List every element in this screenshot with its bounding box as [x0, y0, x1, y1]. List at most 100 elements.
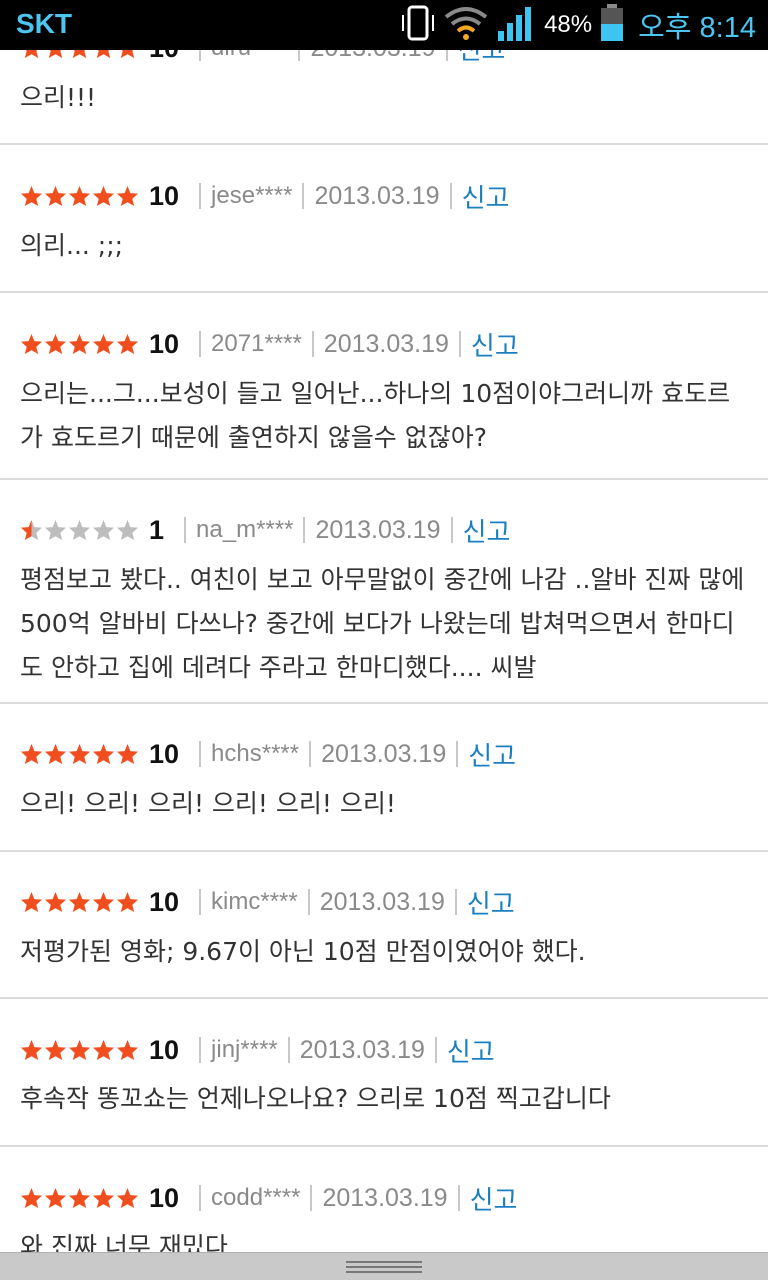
battery-icon: [600, 4, 624, 46]
star-icon: [116, 1039, 139, 1061]
review-date: 2013.03.19: [314, 181, 440, 210]
review-date: 2013.03.19: [299, 1035, 425, 1064]
star-icon: [68, 891, 91, 913]
report-link[interactable]: 신고: [471, 326, 519, 363]
star-icon: [44, 1039, 67, 1061]
review-text: 으리! 으리! 으리! 으리! 으리! 으리!: [20, 789, 396, 818]
wifi-icon: [444, 5, 488, 45]
star-icon: [20, 185, 43, 207]
star-icon: [20, 891, 43, 913]
star-icon: [20, 1187, 43, 1209]
star-icon: [92, 1187, 115, 1209]
review-score: 10: [149, 328, 180, 359]
report-link[interactable]: 신고: [470, 1180, 518, 1217]
star-icon: [20, 1039, 43, 1061]
star-icon: [92, 185, 115, 207]
battery-percent: 48%: [544, 11, 593, 38]
review-text: 평점보고 봤다.. 여친이 보고 아무말없이 중간에 나감 ..알바 진짜 많에…: [20, 565, 745, 682]
review-item: 1 na_m**** 2013.03.19 신고 평점보고 봤다.. 여친이 보…: [0, 480, 768, 704]
star-icon: [20, 743, 43, 765]
review-score: 10: [149, 1034, 180, 1065]
review-meta: 10 jese**** 2013.03.19 신고: [20, 176, 509, 216]
review-user: jinj****: [211, 1036, 278, 1063]
review-item: 10 2071**** 2013.03.19 신고 으리는...그...보성이 …: [0, 293, 768, 480]
rating-stars: [20, 1187, 139, 1209]
review-text: 저평가된 영화; 9.67이 아닌 10점 만점이였어야 했다.: [20, 937, 586, 966]
review-user: kimc****: [211, 888, 298, 915]
review-user: 2071****: [211, 330, 302, 357]
vibrate-icon: [400, 5, 436, 45]
star-icon: [68, 743, 91, 765]
star-icon: [44, 185, 67, 207]
star-icon: [44, 519, 67, 541]
review-date: 2013.03.19: [319, 887, 445, 916]
report-link[interactable]: 신고: [462, 178, 510, 215]
divider: [450, 517, 453, 543]
rating-stars: [20, 333, 139, 355]
star-icon: [116, 185, 139, 207]
divider: [457, 1185, 460, 1211]
divider: [184, 517, 187, 543]
report-link[interactable]: 신고: [467, 884, 515, 921]
divider: [199, 183, 202, 209]
status-icons: 48% 오후 8:14: [400, 0, 756, 50]
review-list[interactable]: 10 diru**** 2013.03.19 신고 으리!!! 10 jese*…: [0, 0, 768, 1252]
review-user: codd****: [211, 1184, 301, 1211]
rating-stars: [20, 743, 139, 765]
divider: [287, 1037, 290, 1063]
star-icon: [44, 891, 67, 913]
report-link[interactable]: 신고: [468, 736, 516, 773]
review-text: 으리는...그...보성이 들고 일어난...하나의 10점이야그러니까 효도르…: [20, 379, 731, 452]
divider: [199, 1037, 202, 1063]
review-item: 10 codd**** 2013.03.19 신고 와 진짜 너무 재밌다: [0, 1147, 768, 1253]
review-meta: 10 hchs**** 2013.03.19 신고: [20, 734, 516, 774]
star-icon: [92, 333, 115, 355]
star-icon: [92, 519, 115, 541]
divider: [456, 741, 459, 767]
divider: [309, 741, 312, 767]
bottom-bar: [0, 1252, 768, 1280]
drag-handle[interactable]: [346, 1261, 422, 1273]
review-date: 2013.03.19: [321, 739, 447, 768]
review-score: 10: [149, 180, 180, 211]
star-icon: [44, 743, 67, 765]
review-user: jese****: [211, 182, 293, 209]
star-icon: [92, 1039, 115, 1061]
report-link[interactable]: 신고: [447, 1032, 495, 1069]
rating-stars: [20, 519, 139, 541]
star-icon: [20, 519, 43, 541]
review-item: 10 jese**** 2013.03.19 신고 의리... ;;;: [0, 145, 768, 293]
divider: [449, 183, 452, 209]
review-meta: 10 kimc**** 2013.03.19 신고: [20, 882, 515, 922]
rating-stars: [20, 1039, 139, 1061]
review-text: 으리!!!: [20, 83, 97, 112]
star-icon: [116, 519, 139, 541]
review-text: 와 진짜 너무 재밌다: [20, 1232, 228, 1252]
review-meta: 10 codd**** 2013.03.19 신고: [20, 1178, 517, 1218]
review-text: 의리... ;;;: [20, 231, 124, 260]
status-bar: SKT 48% 오후 8:14: [0, 0, 768, 50]
star-icon: [68, 333, 91, 355]
star-icon: [116, 333, 139, 355]
divider: [199, 741, 202, 767]
review-score: 10: [149, 886, 180, 917]
carrier-label: SKT: [16, 8, 72, 39]
review-meta: 10 jinj**** 2013.03.19 신고: [20, 1030, 495, 1070]
report-link[interactable]: 신고: [463, 512, 511, 549]
star-icon: [68, 185, 91, 207]
star-icon: [20, 333, 43, 355]
rating-stars: [20, 891, 139, 913]
star-icon: [68, 1039, 91, 1061]
divider: [307, 889, 310, 915]
review-date: 2013.03.19: [315, 515, 441, 544]
divider: [302, 183, 305, 209]
review-score: 10: [149, 1182, 180, 1213]
review-meta: 10 2071**** 2013.03.19 신고: [20, 324, 519, 364]
signal-icon: [496, 3, 536, 47]
star-icon: [44, 333, 67, 355]
divider: [454, 889, 457, 915]
star-icon: [116, 1187, 139, 1209]
review-score: 10: [149, 738, 180, 769]
star-icon: [92, 891, 115, 913]
star-icon: [44, 1187, 67, 1209]
